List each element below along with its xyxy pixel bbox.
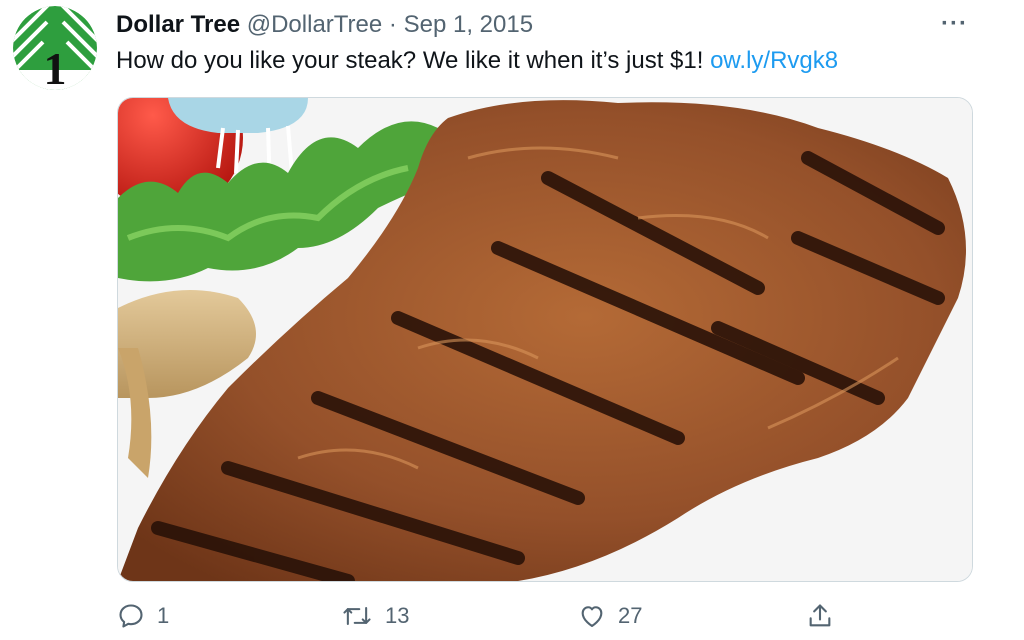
tweet-link[interactable]: ow.ly/Rvgk8: [710, 47, 838, 74]
author-handle[interactable]: @DollarTree: [247, 11, 383, 38]
reply-button[interactable]: 1: [117, 596, 169, 636]
avatar[interactable]: 1: [13, 6, 97, 90]
like-button[interactable]: 27: [578, 596, 642, 636]
tweet-image[interactable]: [117, 97, 973, 582]
retweet-button[interactable]: 13: [341, 596, 409, 636]
author-name[interactable]: Dollar Tree: [116, 11, 240, 38]
tweet-body: How do you like your steak? We like it w…: [116, 47, 711, 74]
tweet-header: Dollar Tree @DollarTree · Sep 1, 2015: [116, 10, 533, 40]
tweet-actions: 1 13 27: [0, 596, 1024, 636]
retweet-count: 13: [385, 603, 410, 628]
separator-dot: ·: [388, 11, 397, 38]
logo-numeral: 1: [44, 43, 67, 90]
retweet-icon: [343, 606, 371, 626]
reply-icon: [119, 604, 143, 628]
steak-photo: [118, 98, 972, 581]
reply-count: 1: [157, 603, 170, 628]
heart-icon: [581, 606, 603, 627]
share-button[interactable]: [806, 596, 834, 636]
like-count: 27: [618, 603, 643, 628]
dollar-tree-logo: 1: [13, 6, 97, 90]
more-options-button[interactable]: ···: [941, 10, 968, 38]
tweet[interactable]: 1 Dollar Tree @DollarTree · Sep 1, 2015 …: [0, 0, 1024, 640]
tweet-text: How do you like your steak? We like it w…: [116, 46, 838, 76]
share-icon: [809, 604, 831, 627]
tweet-date[interactable]: Sep 1, 2015: [404, 11, 533, 38]
more-icon: ···: [941, 10, 968, 37]
